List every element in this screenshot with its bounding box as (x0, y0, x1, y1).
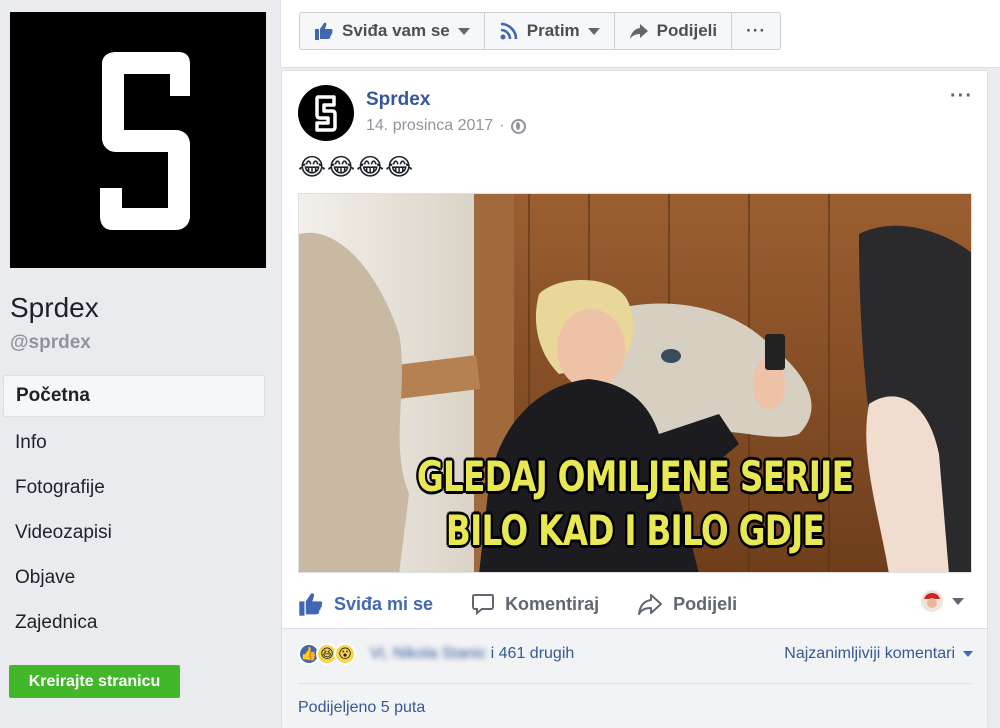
meme-caption-line-2: BILO KAD I BILO GDJE (445, 506, 825, 555)
meta-separator: · (499, 117, 505, 134)
user-avatar-small (921, 590, 943, 612)
page-name[interactable]: Sprdex (10, 292, 99, 324)
nav-item-photos[interactable]: Fotografije (3, 465, 265, 510)
post-options-icon[interactable]: ··· (950, 85, 973, 108)
reaction-others-count[interactable]: i 461 drugih (491, 645, 575, 662)
chevron-down-icon (587, 27, 600, 35)
post-share-label: Podijeli (673, 593, 738, 614)
comment-icon (472, 594, 495, 616)
comment-sort-dropdown[interactable]: Najzanimljiviji komentari (784, 645, 973, 663)
reaction-names: Vi, Nikola Stanic i 461 drugih (370, 645, 574, 663)
page-follow-label: Pratim (526, 21, 580, 40)
nav-item-community[interactable]: Zajednica (3, 600, 265, 645)
nav-item-posts[interactable]: Objave (3, 555, 265, 600)
meme-caption-line-1: GLEDAJ OMILJENE SERIJE (416, 452, 854, 501)
share-count-link[interactable]: Podijeljeno 5 puta (298, 699, 425, 717)
rss-follow-icon (500, 22, 518, 40)
reaction-summary[interactable]: 👍 😆 😮 Vi, Nikola Stanic i 461 drugih (298, 643, 574, 665)
post-share-button[interactable]: Podijeli (637, 592, 737, 616)
wow-reaction-icon: 😮 (334, 643, 356, 665)
post-like-label: Sviđa mi se (334, 593, 434, 614)
nav-item-home[interactable]: Početna (3, 375, 265, 417)
blurred-names[interactable]: Vi, Nikola Stanic (370, 645, 486, 662)
post-as-selector[interactable] (920, 589, 964, 613)
page-more-button[interactable]: ··· (732, 13, 780, 49)
post-author-name[interactable]: Sprdex (366, 89, 430, 111)
thumbs-up-icon (315, 22, 333, 40)
page-action-bar: Sviđa vam se Pratim Podijeli ··· (280, 0, 1000, 68)
author-avatar[interactable] (298, 85, 354, 141)
page-like-label: Sviđa vam se (342, 21, 450, 40)
page-share-label: Podijeli (656, 21, 718, 40)
page-like-button[interactable]: Sviđa vam se (300, 13, 485, 49)
post-card: Sprdex 14. prosinca 2017 · ··· 😂😂😂😂 GLED… (281, 70, 988, 728)
thumbs-up-icon (299, 593, 323, 616)
nav-item-videos[interactable]: Videozapisi (3, 510, 265, 555)
page-share-button[interactable]: Podijeli (615, 13, 733, 49)
globe-public-icon[interactable] (510, 118, 526, 134)
create-page-button[interactable]: Kreirajte stranicu (9, 665, 180, 698)
post-comment-button[interactable]: Komentiraj (471, 592, 599, 616)
chevron-down-icon (952, 597, 964, 605)
page-profile-picture[interactable] (10, 12, 266, 268)
page-sidebar: Sprdex @sprdex Početna Info Fotografije … (0, 0, 280, 728)
page-nav: Početna Info Fotografije Videozapisi Obj… (3, 375, 265, 645)
post-text: 😂😂😂😂 (298, 154, 415, 181)
post-like-button[interactable]: Sviđa mi se (298, 591, 433, 617)
share-arrow-icon (629, 24, 648, 39)
chevron-down-icon (963, 651, 973, 657)
page-action-group: Sviđa vam se Pratim Podijeli ··· (299, 12, 782, 50)
post-date[interactable]: 14. prosinca 2017 (366, 117, 493, 135)
chevron-down-icon (457, 27, 470, 35)
page-handle: @sprdex (10, 332, 91, 353)
comment-sort-label: Najzanimljiviji komentari (784, 645, 955, 662)
sprdex-logo-icon (100, 52, 190, 230)
nav-item-info[interactable]: Info (3, 420, 265, 465)
sprdex-logo-icon (315, 95, 337, 132)
more-dots-icon: ··· (746, 21, 767, 40)
post-meta: 14. prosinca 2017 · (366, 117, 526, 135)
divider (298, 683, 971, 684)
reactions-section: 👍 😆 😮 Vi, Nikola Stanic i 461 drugih Naj… (282, 628, 987, 728)
post-photo[interactable]: GLEDAJ OMILJENE SERIJE BILO KAD I BILO G… (298, 193, 972, 573)
share-arrow-icon (638, 594, 663, 615)
page-follow-button[interactable]: Pratim (485, 13, 615, 49)
post-action-row: Sviđa mi se Komentiraj Podijeli (298, 581, 972, 627)
post-comment-label: Komentiraj (505, 593, 600, 614)
